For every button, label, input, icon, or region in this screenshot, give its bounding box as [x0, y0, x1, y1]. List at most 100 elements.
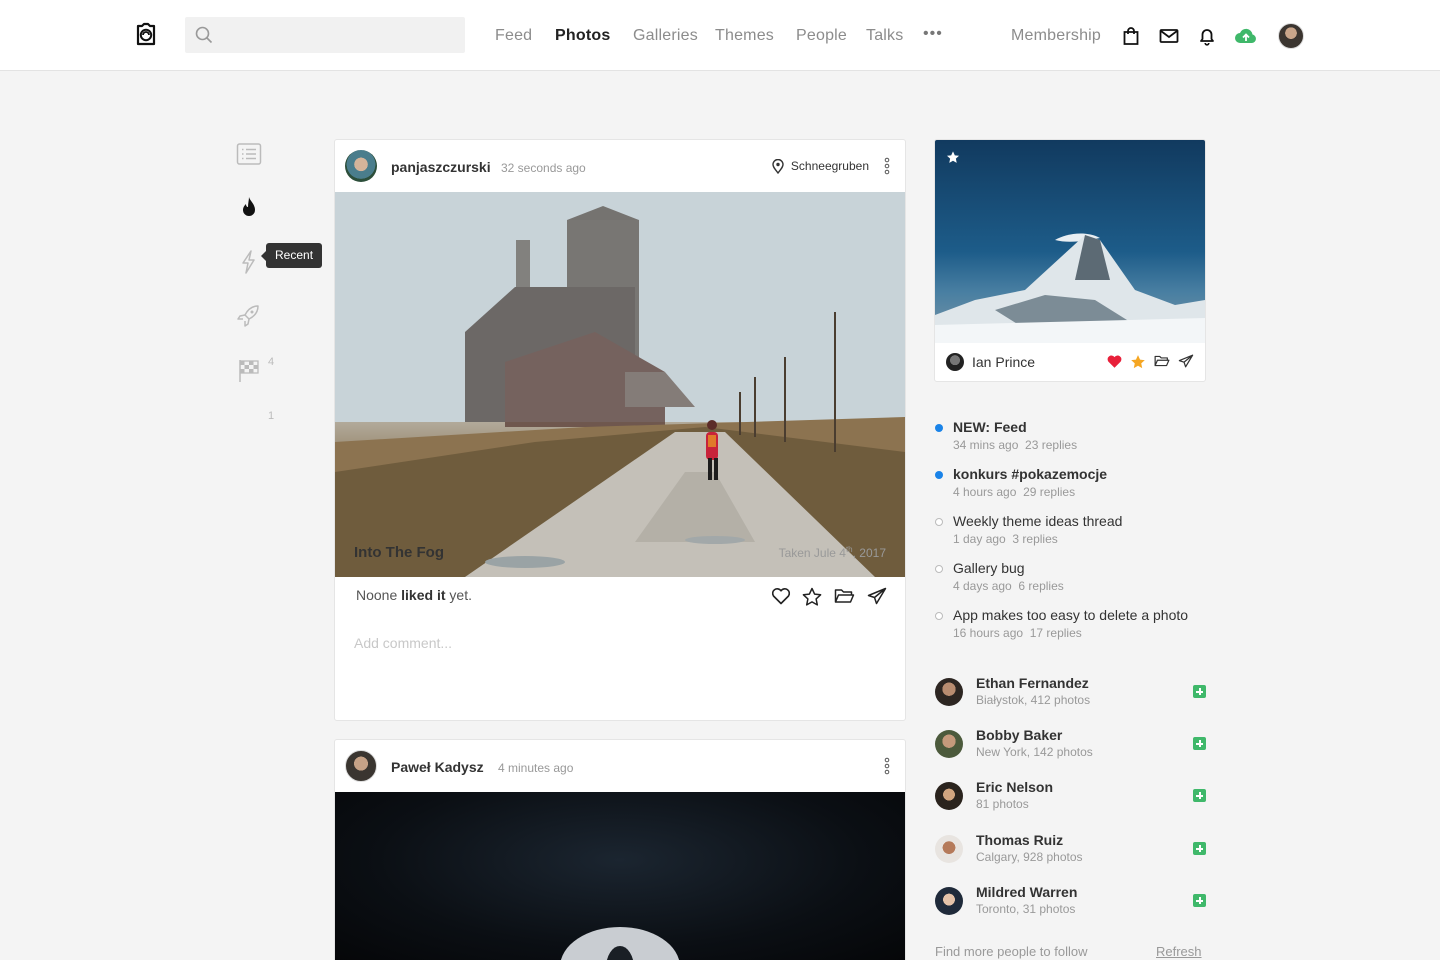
- post-photo[interactable]: [335, 792, 905, 960]
- send-icon[interactable]: [1178, 354, 1194, 368]
- post-header: panjaszczurski 32 seconds ago Schneegrub…: [335, 140, 905, 192]
- suggested-person: Thomas Ruiz Calgary, 928 photos: [935, 832, 1207, 872]
- mail-icon[interactable]: [1159, 26, 1179, 46]
- app-logo-icon[interactable]: [133, 22, 159, 48]
- suggested-person: Mildred Warren Toronto, 31 photos: [935, 884, 1207, 924]
- more-vertical-icon[interactable]: [884, 757, 890, 775]
- follow-plus-icon[interactable]: [1193, 789, 1206, 802]
- user-avatar[interactable]: [1278, 23, 1304, 49]
- rocket-icon[interactable]: [236, 303, 262, 329]
- send-icon[interactable]: [867, 587, 887, 605]
- topic-title[interactable]: NEW: Feed: [953, 419, 1027, 435]
- person-avatar[interactable]: [935, 887, 963, 915]
- more-menu-button[interactable]: •••: [923, 25, 943, 43]
- follow-plus-icon[interactable]: [1193, 894, 1206, 907]
- follow-plus-icon[interactable]: [1193, 842, 1206, 855]
- lightning-icon[interactable]: [236, 249, 262, 275]
- person-name[interactable]: Eric Nelson: [976, 779, 1053, 795]
- person-name[interactable]: Bobby Baker: [976, 727, 1062, 743]
- read-dot: [935, 612, 943, 620]
- search-icon: [195, 26, 213, 44]
- person-avatar[interactable]: [935, 678, 963, 706]
- topic-title[interactable]: Gallery bug: [953, 560, 1025, 576]
- person-name[interactable]: Ethan Fernandez: [976, 675, 1089, 691]
- follow-plus-icon[interactable]: [1193, 737, 1206, 750]
- person-avatar[interactable]: [935, 730, 963, 758]
- suggested-person: Bobby Baker New York, 142 photos: [935, 727, 1207, 767]
- nav-feed[interactable]: Feed: [495, 27, 532, 45]
- upload-cloud-icon[interactable]: [1234, 26, 1258, 46]
- search-input[interactable]: [185, 17, 465, 53]
- mountain-image: [935, 233, 1205, 343]
- fire-icon[interactable]: [236, 195, 262, 221]
- topic-meta: 16 hours ago 17 replies: [953, 626, 1082, 640]
- fog-landscape-image: [335, 192, 905, 577]
- post-date: Taken Jule 4th, 2017: [778, 545, 886, 560]
- comment-input[interactable]: Add comment...: [354, 635, 452, 651]
- author-avatar[interactable]: [345, 750, 377, 782]
- post-photo[interactable]: [335, 192, 905, 577]
- list-icon[interactable]: [236, 141, 262, 167]
- tooltip: Recent: [260, 243, 323, 268]
- location-pin-icon: [772, 159, 784, 174]
- heart-icon[interactable]: [771, 587, 791, 605]
- person-meta: 81 photos: [976, 797, 1029, 811]
- nav-galleries[interactable]: Galleries: [633, 27, 698, 45]
- bell-icon[interactable]: [1197, 26, 1217, 46]
- nav-talks[interactable]: Talks: [866, 27, 903, 45]
- read-dot: [935, 518, 943, 526]
- post-location[interactable]: Schneegruben: [772, 159, 869, 174]
- unread-dot: [935, 471, 943, 479]
- featured-photo[interactable]: [935, 140, 1205, 343]
- location-label: Schneegruben: [790, 159, 869, 173]
- topic-meta: 4 hours ago 29 replies: [953, 485, 1076, 499]
- extra-count: 1: [268, 410, 275, 422]
- topic-title[interactable]: App makes too easy to delete a photo: [953, 607, 1188, 623]
- topic-title[interactable]: konkurs #pokazemocje: [953, 466, 1107, 482]
- person-avatar[interactable]: [935, 782, 963, 810]
- flag-count: 4: [268, 356, 275, 368]
- featured-photo-card: Ian Prince: [934, 139, 1206, 382]
- topic-meta: 4 days ago 6 replies: [953, 579, 1064, 593]
- author-name[interactable]: Ian Prince: [972, 354, 1035, 370]
- nav-themes[interactable]: Themes: [715, 27, 774, 45]
- shopping-bag-icon[interactable]: [1121, 26, 1141, 46]
- more-vertical-icon[interactable]: [884, 157, 890, 175]
- author-avatar[interactable]: [946, 353, 964, 371]
- author-avatar[interactable]: [345, 150, 377, 182]
- topic-title[interactable]: Weekly theme ideas thread: [953, 513, 1122, 529]
- top-bar: Feed Photos Galleries Themes People Talk…: [0, 0, 1440, 71]
- nav-people[interactable]: People: [796, 27, 847, 45]
- post-time: 4 minutes ago: [498, 761, 574, 775]
- person-avatar[interactable]: [935, 835, 963, 863]
- post-card: panjaszczurski 32 seconds ago Schneegrub…: [334, 139, 906, 721]
- read-dot: [935, 565, 943, 573]
- topic-meta: 1 day ago 3 replies: [953, 532, 1058, 546]
- person-meta: Białystok, 412 photos: [976, 693, 1091, 707]
- post-time: 32 seconds ago: [501, 161, 586, 175]
- person-name[interactable]: Thomas Ruiz: [976, 832, 1063, 848]
- author-name[interactable]: Paweł Kadysz: [391, 759, 484, 775]
- person-name[interactable]: Mildred Warren: [976, 884, 1077, 900]
- follow-plus-icon[interactable]: [1193, 685, 1206, 698]
- folder-icon[interactable]: [1154, 354, 1170, 368]
- post-card: Paweł Kadysz 4 minutes ago: [334, 739, 906, 960]
- find-more-people-link[interactable]: Find more people to follow: [935, 944, 1087, 959]
- checkered-flag-icon[interactable]: [236, 357, 262, 383]
- nav-membership[interactable]: Membership: [1011, 27, 1101, 45]
- person-meta: Calgary, 928 photos: [976, 850, 1083, 864]
- featured-star-icon: [946, 151, 960, 163]
- dark-photo-image: [560, 927, 680, 960]
- author-name[interactable]: panjaszczurski: [391, 159, 491, 175]
- folder-icon[interactable]: [834, 587, 855, 605]
- suggested-person: Ethan Fernandez Białystok, 412 photos: [935, 675, 1207, 715]
- star-icon[interactable]: [802, 587, 822, 606]
- refresh-link[interactable]: Refresh: [1156, 944, 1202, 959]
- likes-text: Noone liked it yet.: [356, 587, 472, 603]
- nav-photos[interactable]: Photos: [555, 27, 610, 45]
- post-title: Into The Fog: [354, 544, 444, 561]
- heart-filled-icon[interactable]: [1106, 354, 1123, 369]
- post-header: Paweł Kadysz 4 minutes ago: [335, 740, 905, 792]
- star-filled-icon[interactable]: [1130, 354, 1146, 369]
- unread-dot: [935, 424, 943, 432]
